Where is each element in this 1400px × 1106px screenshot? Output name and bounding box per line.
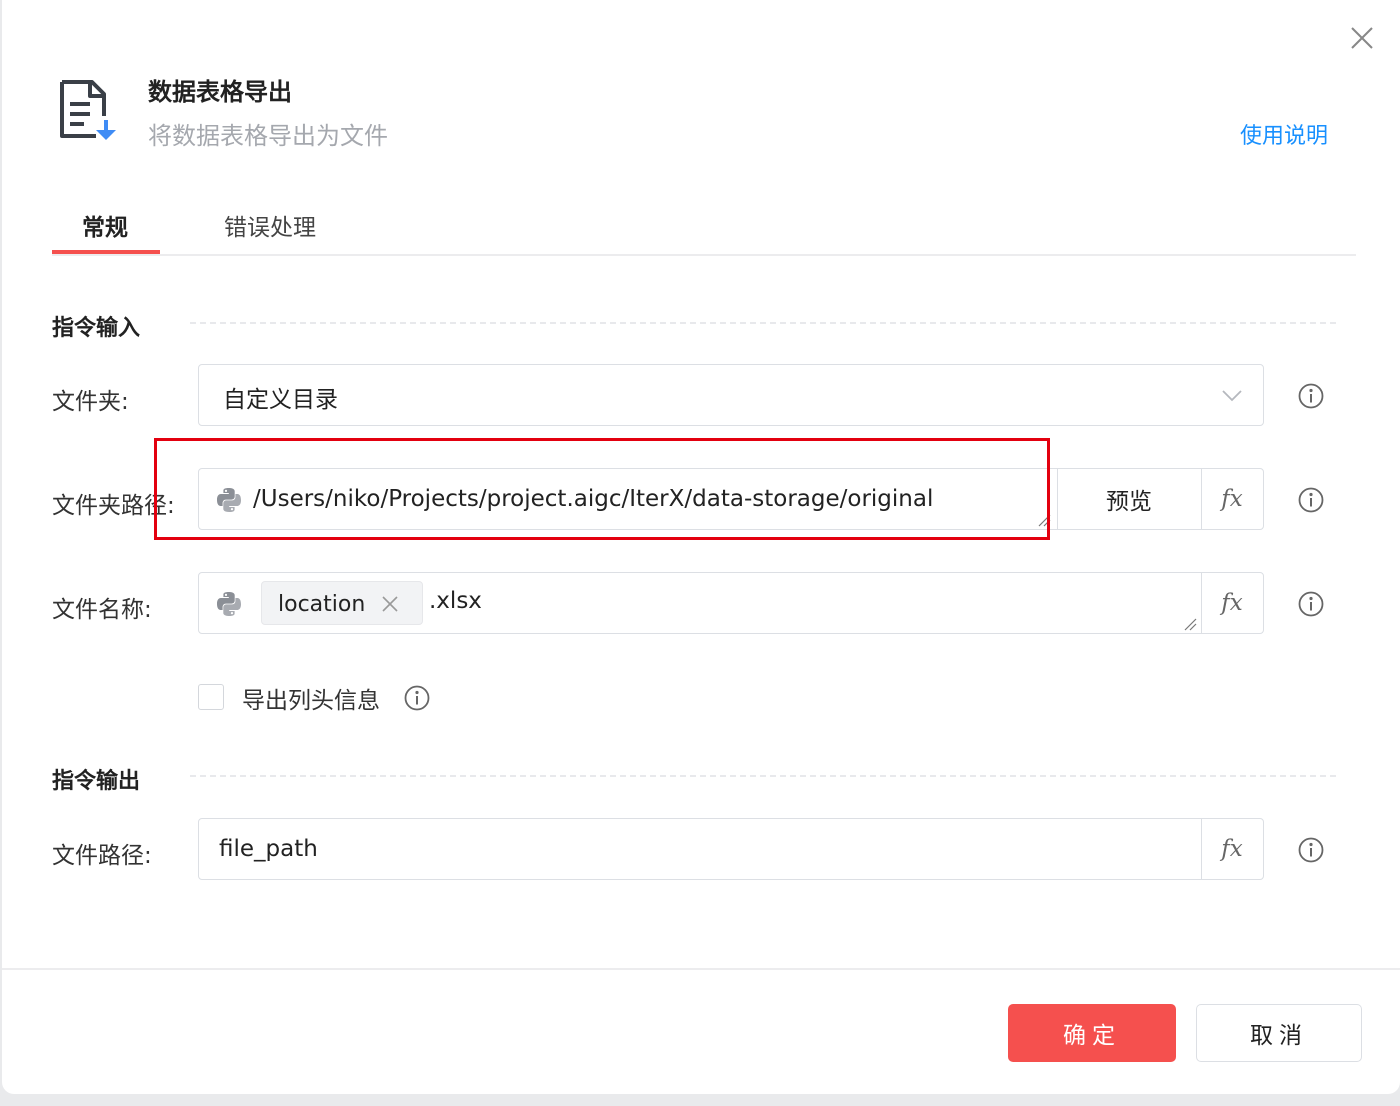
info-icon[interactable] [1298, 837, 1324, 863]
export-header-label: 导出列头信息 [242, 688, 380, 714]
active-tab-indicator [52, 250, 160, 254]
resize-handle-icon[interactable] [1183, 617, 1197, 631]
folder-label: 文件夹: [52, 389, 129, 415]
file-path-input[interactable] [219, 831, 1179, 867]
folder-select-value: 自定义目录 [223, 387, 338, 413]
section-title-input: 指令输入 [52, 316, 141, 341]
section-divider [190, 775, 1336, 777]
variable-tag-label: location [278, 592, 366, 617]
file-name-suffix: .xlsx [429, 588, 482, 614]
python-icon [217, 592, 241, 616]
export-header-checkbox[interactable] [198, 684, 224, 710]
fx-button[interactable]: fx [1201, 469, 1263, 529]
folder-path-label: 文件夹路径: [52, 493, 175, 519]
preview-button[interactable]: 预览 [1057, 469, 1201, 529]
section-divider [190, 322, 1336, 324]
info-icon[interactable] [404, 685, 430, 711]
fx-button[interactable]: fx [1201, 573, 1263, 633]
confirm-button[interactable]: 确定 [1008, 1004, 1176, 1062]
variable-tag[interactable]: location [261, 581, 423, 625]
footer-divider [2, 968, 1400, 970]
file-name-label: 文件名称: [52, 597, 152, 623]
fx-button[interactable]: fx [1201, 819, 1263, 879]
file-name-field[interactable]: location .xlsx fx [198, 572, 1264, 634]
close-icon[interactable] [380, 594, 400, 614]
file-path-field: fx [198, 818, 1264, 880]
folder-path-field: 预览 fx [198, 468, 1264, 530]
help-link[interactable]: 使用说明 [1240, 118, 1328, 150]
tab-general[interactable]: 常规 [82, 208, 128, 242]
file-export-icon [60, 80, 116, 140]
dialog-subtitle: 将数据表格导出为文件 [148, 122, 388, 150]
python-icon [217, 488, 241, 512]
file-path-label: 文件路径: [52, 843, 152, 869]
folder-select[interactable]: 自定义目录 [198, 364, 1264, 426]
folder-path-input[interactable] [253, 481, 1043, 517]
info-icon[interactable] [1298, 487, 1324, 513]
cancel-button[interactable]: 取消 [1196, 1004, 1362, 1062]
export-table-dialog: 数据表格导出 将数据表格导出为文件 使用说明 常规 错误处理 指令输入 文件夹:… [2, 0, 1400, 1094]
info-icon[interactable] [1298, 591, 1324, 617]
info-icon[interactable] [1298, 383, 1324, 409]
chevron-down-icon[interactable] [1221, 385, 1243, 407]
close-icon[interactable] [1348, 24, 1376, 52]
section-title-output: 指令输出 [52, 769, 141, 794]
tab-error-handling[interactable]: 错误处理 [224, 208, 316, 242]
dialog-title: 数据表格导出 [148, 78, 292, 106]
tab-bar: 常规 错误处理 [52, 196, 1356, 256]
resize-handle-icon[interactable] [1037, 513, 1051, 527]
